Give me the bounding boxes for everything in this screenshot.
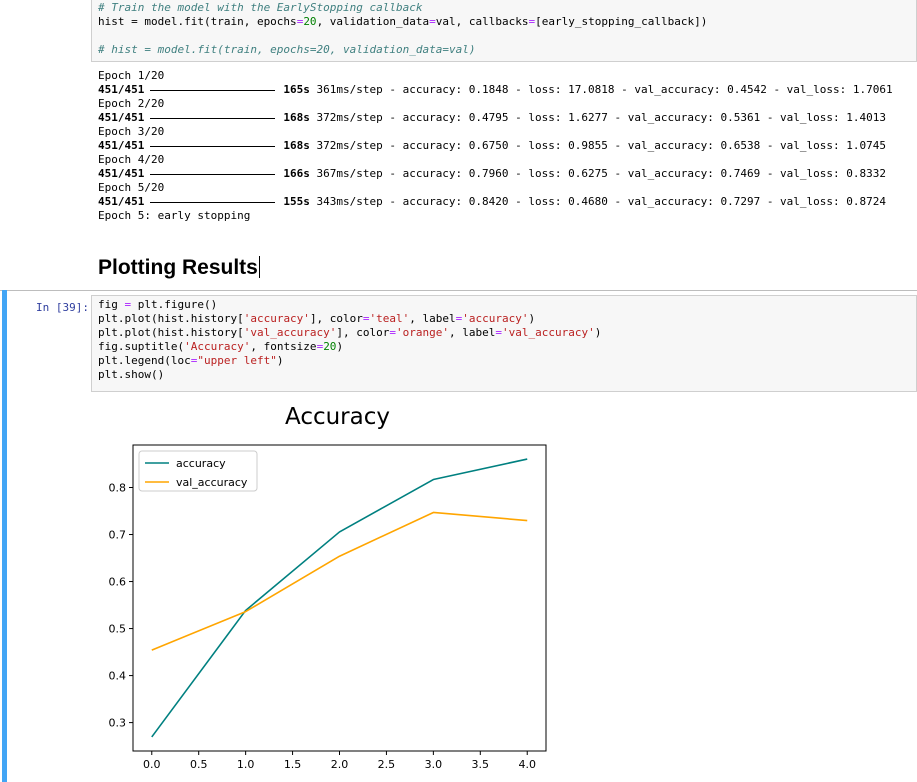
y-tick-label: 0.5 (109, 623, 127, 636)
progress-bar (150, 201, 276, 203)
plot-code-cell[interactable]: fig = plt.figure() plt.plot(hist.history[… (91, 295, 917, 392)
y-tick-label: 0.3 (109, 717, 127, 730)
epoch-progress-line: 451/451 168s 372ms/step - accuracy: 0.675… (98, 139, 886, 153)
epoch-time: 166s (283, 167, 310, 180)
y-tick-label: 0.8 (109, 482, 127, 495)
page-heading[interactable]: Plotting Results (98, 256, 260, 280)
epoch-progress-line: 451/451 165s 361ms/step - accuracy: 0.184… (98, 83, 893, 97)
x-tick-label: 1.5 (284, 758, 302, 771)
code-line-fit: hist = model.fit(train, epochs=20, valid… (98, 15, 708, 28)
code-comment-alt: # hist = model.fit(train, epochs=20, val… (98, 43, 476, 56)
series-line-accuracy (151, 458, 528, 738)
code-line: plt.plot(hist.history['val_accuracy'], c… (98, 326, 602, 339)
epoch-progress-line: 451/451 168s 372ms/step - accuracy: 0.479… (98, 111, 886, 125)
early-stopping-message: Epoch 5: early stopping (98, 209, 251, 222)
cell-selection-indicator (2, 290, 7, 782)
epoch-time: 155s (283, 195, 310, 208)
epoch-metrics: 367ms/step - accuracy: 0.7960 - loss: 0.… (309, 167, 887, 180)
code-line: fig = plt.figure() (98, 298, 218, 311)
epoch-header: Epoch 1/20 (98, 69, 165, 82)
progress-bar (150, 117, 276, 119)
step-count: 451/451 (98, 167, 145, 180)
step-count: 451/451 (98, 195, 145, 208)
x-tick-label: 0.5 (190, 758, 208, 771)
progress-bar (150, 173, 276, 175)
code-line: plt.plot(hist.history['accuracy'], color… (98, 312, 536, 325)
epoch-metrics: 372ms/step - accuracy: 0.4795 - loss: 1.… (309, 111, 887, 124)
epoch-progress-line: 451/451 155s 343ms/step - accuracy: 0.842… (98, 195, 886, 209)
x-tick-label: 3.0 (425, 758, 443, 771)
x-tick-label: 3.5 (472, 758, 490, 771)
epoch-metrics: 343ms/step - accuracy: 0.8420 - loss: 0.… (309, 195, 887, 208)
chart-title: Accuracy (285, 404, 390, 430)
x-tick-label: 2.5 (378, 758, 396, 771)
progress-bar (150, 145, 276, 147)
epoch-progress-line: 451/451 166s 367ms/step - accuracy: 0.796… (98, 167, 886, 181)
y-tick-label: 0.4 (109, 670, 127, 683)
epoch-metrics: 372ms/step - accuracy: 0.6750 - loss: 0.… (309, 139, 887, 152)
step-count: 451/451 (98, 111, 145, 124)
x-tick-label: 0.0 (143, 758, 161, 771)
legend-label: val_accuracy (176, 476, 248, 489)
epoch-metrics: 361ms/step - accuracy: 0.1848 - loss: 17… (309, 83, 893, 96)
x-tick-label: 1.0 (237, 758, 255, 771)
series-line-val-accuracy (151, 511, 528, 651)
code-line: plt.legend(loc="upper left") (98, 354, 284, 367)
epoch-time: 165s (283, 83, 310, 96)
x-tick-label: 2.0 (331, 758, 349, 771)
epoch-header: Epoch 4/20 (98, 153, 165, 166)
epoch-time: 168s (283, 139, 310, 152)
text-cursor (258, 256, 260, 278)
x-tick-label: 4.0 (518, 758, 536, 771)
training-code-cell[interactable]: # Train the model with the EarlyStopping… (91, 0, 917, 62)
epoch-header: Epoch 5/20 (98, 181, 165, 194)
epoch-header: Epoch 3/20 (98, 125, 165, 138)
y-tick-label: 0.7 (109, 529, 127, 542)
epoch-header: Epoch 2/20 (98, 97, 165, 110)
accuracy-chart: Accuracy 0.3 0.4 0.5 0.6 0.7 0.8 0.0 0.5 1.0 1.5 2.… (109, 404, 547, 771)
code-line: fig.suptitle('Accuracy', fontsize=20) (98, 340, 344, 353)
epoch-time: 168s (283, 111, 310, 124)
legend-label: accuracy (176, 457, 226, 470)
code-line: plt.show() (98, 368, 165, 381)
step-count: 451/451 (98, 83, 145, 96)
y-tick-label: 0.6 (109, 576, 127, 589)
cell-prompt: In [39]: (36, 301, 89, 314)
step-count: 451/451 (98, 139, 145, 152)
code-comment: # Train the model with the EarlyStopping… (98, 1, 423, 14)
progress-bar (150, 89, 276, 91)
